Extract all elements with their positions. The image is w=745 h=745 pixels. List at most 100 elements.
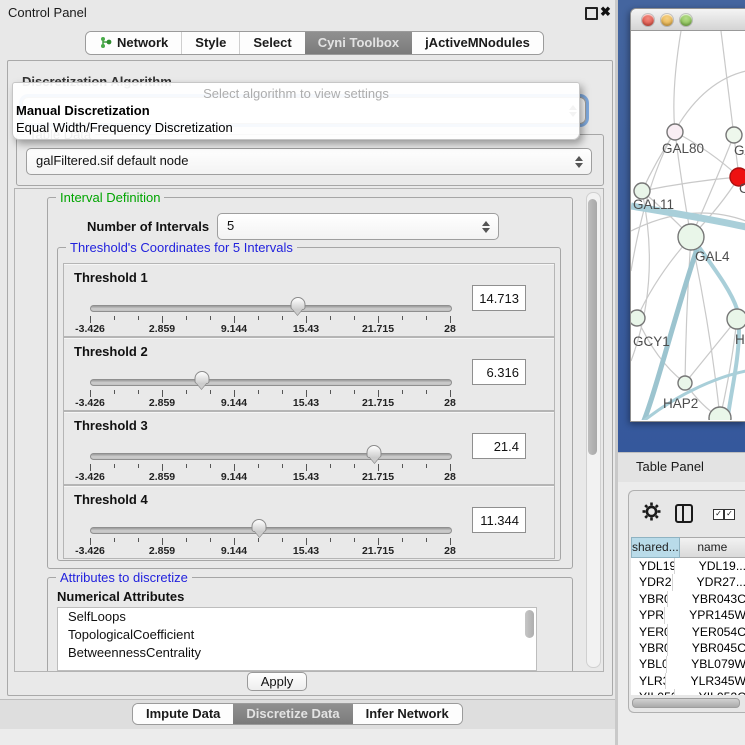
panel-title: Control Panel: [8, 5, 87, 20]
tab-select[interactable]: Select: [239, 32, 304, 54]
column-header-shared-name[interactable]: shared...: [631, 537, 680, 558]
cell-name[interactable]: YER054C: [668, 624, 745, 640]
table-row[interactable]: YPR145WYPR145W: [631, 607, 745, 623]
table-row[interactable]: YBL079WYBL079W: [631, 656, 745, 672]
network-canvas[interactable]: GAL80 GA GAL11 C GAL4 GCY1 HA HAP2: [631, 31, 745, 421]
table-row[interactable]: YDR27...YDR27...: [631, 574, 745, 590]
slider-tick: [258, 464, 259, 468]
cell-name[interactable]: YBR045C: [668, 640, 745, 656]
threshold-1-value-field[interactable]: 14.713: [472, 285, 526, 311]
threshold-3-panel: Threshold 3 -3.4262.8599.14415.4321.7152…: [63, 411, 555, 485]
slider-track[interactable]: [90, 453, 452, 460]
threshold-4-value-field[interactable]: 11.344: [472, 507, 526, 533]
table-data-combobox[interactable]: galFiltered.sif default node: [26, 148, 592, 175]
cell-name[interactable]: YDL19...: [675, 558, 745, 574]
cell-name[interactable]: YDR27...: [673, 574, 745, 590]
node-gal4[interactable]: [678, 224, 704, 250]
threshold-2-value-field[interactable]: 6.316: [472, 359, 526, 385]
threshold-2-slider[interactable]: [90, 371, 450, 391]
attribute-list-item[interactable]: BetweennessCentrality: [58, 644, 536, 662]
slider-tick-label: -3.426: [75, 545, 105, 557]
numerical-attributes-list[interactable]: SelfLoopsTopologicalCoefficientBetweenne…: [57, 607, 537, 671]
table-horizontal-scrollbar[interactable]: [632, 698, 740, 708]
threshold-3-value-field[interactable]: 21.4: [472, 433, 526, 459]
table-body: YDL19...YDL19...YDR27...YDR27...YBR043CY…: [631, 558, 745, 695]
split-columns-icon[interactable]: [675, 504, 693, 523]
column-header-name[interactable]: name: [680, 537, 745, 558]
threshold-1-slider[interactable]: [90, 297, 450, 317]
table-row[interactable]: YLR345WYLR345W: [631, 673, 745, 689]
tab-impute-data[interactable]: Impute Data: [133, 704, 233, 724]
threshold-4-slider-handle[interactable]: [252, 519, 267, 532]
checkbox-icon[interactable]: ✓: [713, 509, 724, 520]
cell-shared-name[interactable]: YLR345W: [631, 673, 666, 689]
tab-discretize-data[interactable]: Discretize Data: [233, 704, 352, 724]
cell-name[interactable]: YIL052C: [675, 689, 745, 695]
slider-tick: [282, 390, 283, 394]
slider-tick: [330, 538, 331, 542]
slider-track[interactable]: [90, 527, 452, 534]
attribute-list-item[interactable]: SelfLoops: [58, 608, 536, 626]
checkbox-icon[interactable]: ✓: [724, 509, 735, 520]
threshold-3-slider[interactable]: [90, 445, 450, 465]
slider-track[interactable]: [90, 305, 452, 312]
threshold-4-slider[interactable]: [90, 519, 450, 539]
cell-name[interactable]: YBR043C: [668, 591, 745, 607]
cell-shared-name[interactable]: YIL052C: [631, 689, 675, 695]
table-row[interactable]: YBR043CYBR043C: [631, 591, 745, 607]
table-row[interactable]: YIL052CYIL052C: [631, 689, 745, 695]
table-row[interactable]: YBR045CYBR045C: [631, 640, 745, 656]
attribute-list-item[interactable]: TopologicalCoefficient: [58, 626, 536, 644]
network-window-titlebar[interactable]: [631, 9, 745, 31]
tab-cyni-toolbox[interactable]: Cyni Toolbox: [305, 32, 412, 54]
node-gal80[interactable]: [667, 124, 683, 140]
cell-shared-name[interactable]: YDL19...: [631, 558, 675, 574]
node-gcy1[interactable]: [631, 310, 645, 326]
bottom-tab-bar: Impute Data Discretize Data Infer Networ…: [132, 703, 463, 725]
menu-item-manual-discretization[interactable]: Manual Discretization: [13, 102, 579, 119]
cell-shared-name[interactable]: YBL079W: [631, 656, 667, 672]
cell-name[interactable]: YPR145W: [665, 607, 745, 623]
scrollbar-thumb[interactable]: [588, 199, 597, 455]
cell-shared-name[interactable]: YBR043C: [631, 591, 668, 607]
list-scrollbar[interactable]: [525, 610, 534, 638]
table-row[interactable]: YDL19...YDL19...: [631, 558, 745, 574]
slider-tick-label: 15.43: [293, 323, 319, 335]
node-hap2[interactable]: [678, 376, 692, 390]
close-icon[interactable]: ✖: [600, 4, 611, 20]
slider-tick: [378, 538, 379, 545]
threshold-2-slider-handle[interactable]: [194, 371, 209, 384]
number-of-intervals-combobox[interactable]: 5: [217, 213, 499, 240]
close-traffic-light-icon[interactable]: [642, 14, 654, 26]
cell-name[interactable]: YLR345W: [666, 673, 745, 689]
cell-shared-name[interactable]: YBR045C: [631, 640, 668, 656]
tab-infer-network[interactable]: Infer Network: [353, 704, 462, 724]
cell-name[interactable]: YBL079W: [667, 656, 745, 672]
tab-jactivemnodules[interactable]: jActiveMNodules: [412, 32, 543, 54]
table-row[interactable]: YER054CYER054C: [631, 624, 745, 640]
apply-button[interactable]: Apply: [247, 672, 307, 691]
float-window-icon[interactable]: [585, 7, 598, 20]
number-of-intervals-label: Number of Intervals: [87, 219, 209, 234]
slider-track[interactable]: [90, 379, 452, 386]
zoom-traffic-light-icon[interactable]: [680, 14, 692, 26]
slider-tick-label: 28: [444, 471, 456, 483]
slider-tick: [354, 538, 355, 542]
threshold-1-label: Threshold 1: [74, 270, 148, 285]
menu-item-equal-width-frequency[interactable]: Equal Width/Frequency Discretization: [13, 119, 579, 136]
cell-shared-name[interactable]: YPR145W: [631, 607, 665, 623]
node-right-mid[interactable]: [727, 309, 745, 329]
tab-network[interactable]: Network: [86, 32, 181, 54]
settings-vertical-scrollbar[interactable]: [586, 192, 601, 668]
cell-shared-name[interactable]: YDR27...: [631, 574, 673, 590]
slider-tick: [258, 538, 259, 542]
slider-tick: [186, 316, 187, 320]
threshold-1-slider-handle[interactable]: [290, 297, 305, 310]
threshold-2-label: Threshold 2: [74, 344, 148, 359]
cell-shared-name[interactable]: YER054C: [631, 624, 668, 640]
minimize-traffic-light-icon[interactable]: [661, 14, 673, 26]
threshold-3-slider-handle[interactable]: [367, 445, 382, 458]
node-right-top[interactable]: [726, 127, 742, 143]
table-settings-gear-icon[interactable]: [642, 502, 661, 526]
tab-style[interactable]: Style: [181, 32, 239, 54]
